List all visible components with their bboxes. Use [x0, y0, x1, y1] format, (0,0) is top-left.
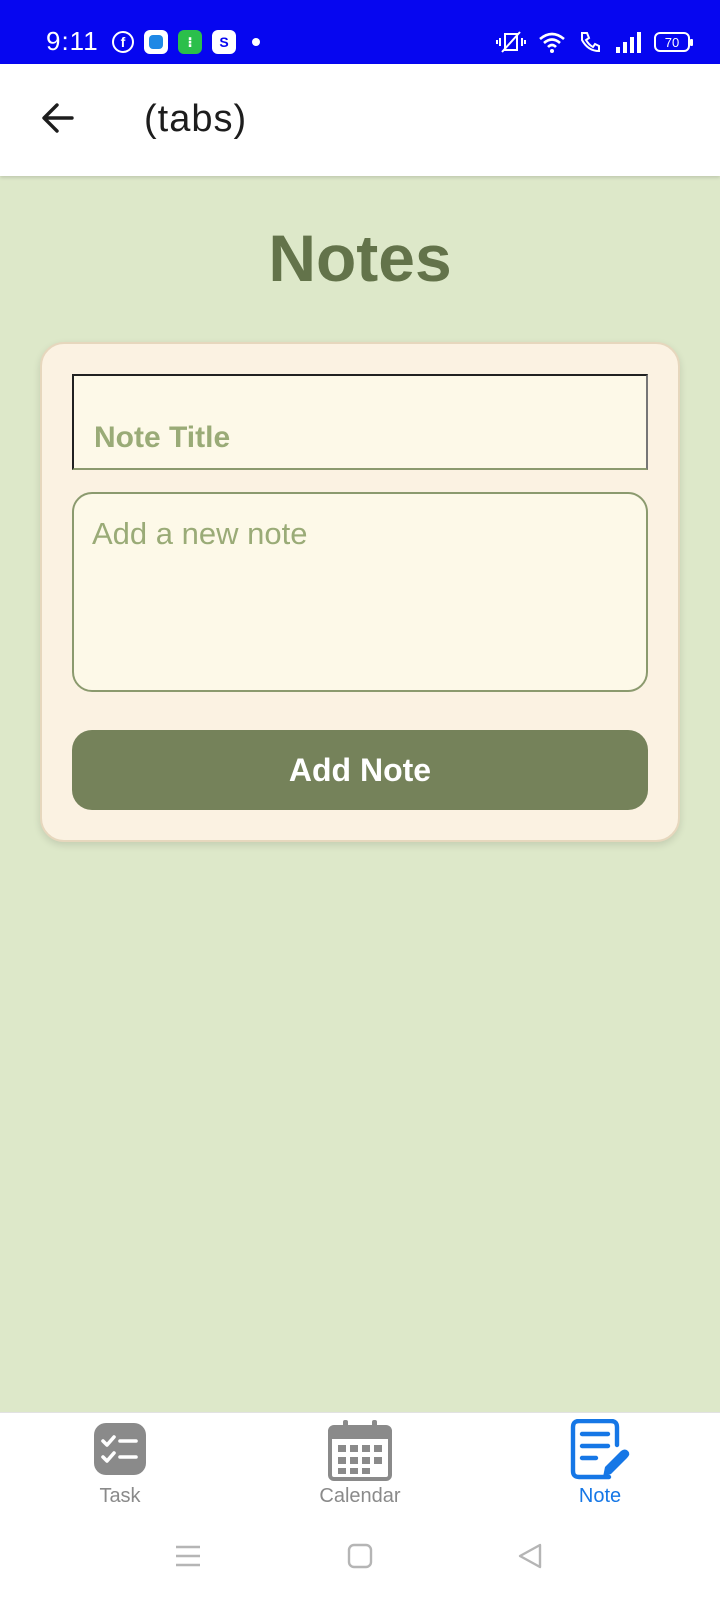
vibrate-icon — [496, 31, 526, 53]
more-notifications-dot — [252, 38, 260, 46]
tab-task-label: Task — [99, 1485, 141, 1507]
tab-calendar[interactable]: Calendar — [280, 1419, 440, 1508]
calendar-icon — [328, 1420, 392, 1481]
tab-calendar-label: Calendar — [319, 1485, 401, 1507]
shop-icon: S — [212, 30, 236, 54]
add-note-button[interactable]: Add Note — [72, 730, 648, 810]
home-icon — [347, 1543, 373, 1569]
back-button[interactable] — [34, 94, 82, 142]
battery-icon: 70 — [654, 32, 693, 52]
back-triangle-icon — [518, 1543, 542, 1569]
status-time: 9:11 — [46, 26, 99, 56]
notification-icons: f ⁝ S — [112, 30, 260, 54]
status-bar: 9:11 f ⁝ S 70 — [0, 0, 720, 64]
menu-icon — [176, 1545, 200, 1567]
app-header: (tabs) — [0, 64, 720, 176]
recent-apps-button[interactable] — [168, 1540, 208, 1572]
wifi-icon — [539, 32, 565, 53]
signal-icon — [616, 32, 641, 53]
note-body-input[interactable] — [72, 492, 648, 692]
tab-note-label: Note — [578, 1485, 622, 1507]
arrow-left-icon — [42, 103, 74, 133]
system-status-icons: 70 — [496, 30, 693, 54]
app-icon — [144, 30, 168, 54]
bottom-tab-bar: Task Calendar Note — [0, 1412, 720, 1512]
call-icon — [581, 32, 600, 53]
tab-note[interactable]: Note — [520, 1419, 680, 1508]
note-edit-icon — [570, 1419, 630, 1480]
system-navigation-bar — [0, 1512, 720, 1600]
facebook-icon: f — [112, 31, 134, 53]
tab-task[interactable]: Task — [40, 1419, 200, 1508]
header-title: (tabs) — [144, 98, 248, 140]
home-button[interactable] — [340, 1540, 380, 1572]
note-title-input[interactable] — [72, 374, 648, 470]
app-icon: ⁝ — [178, 30, 202, 54]
note-form-card: Add Note — [40, 342, 680, 842]
checklist-icon — [94, 1423, 146, 1475]
page-title: Notes — [268, 221, 452, 295]
system-back-button[interactable] — [510, 1540, 550, 1572]
